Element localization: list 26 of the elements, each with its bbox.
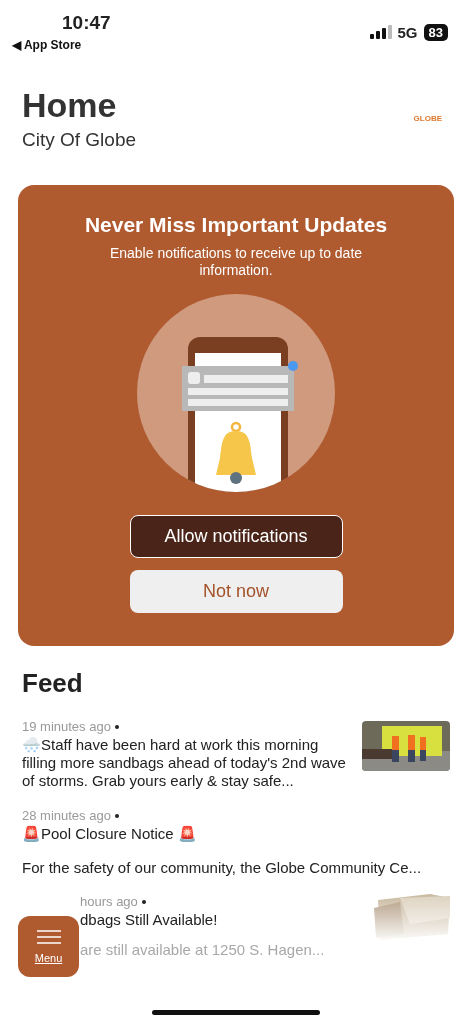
- allow-button[interactable]: Allow notifications: [129, 515, 343, 558]
- feed-title: Feed: [22, 668, 84, 699]
- post-body: For the safety of our community, the Globe Community Ce...: [22, 859, 422, 876]
- battery-level: 83: [423, 23, 448, 41]
- card-text: Enable notifications to receive up to date information.: [108, 245, 364, 279]
- post-time: 19 minutes ago: [22, 719, 111, 734]
- card-title: Never Miss Important Updates: [84, 213, 388, 237]
- post-headline[interactable]: 🌨Staff have been hard at work this morning filling more sandbags ahead of today's 2nd wave of storms. Grab yours early & stay safe...: [22, 736, 354, 790]
- page-subtitle: City Of Globe: [22, 129, 137, 151]
- post-time: hours ago: [80, 894, 138, 909]
- post-body: are still available at 1250 S. Hagen...: [80, 941, 325, 958]
- bullet-dot: [141, 899, 146, 904]
- page-title: Home: [22, 86, 118, 125]
- status-time: 10:47: [62, 12, 111, 34]
- city-logo: GLOBE: [413, 114, 442, 123]
- signal-icon: [369, 25, 392, 39]
- back-link[interactable]: ◀ App Store: [12, 38, 82, 52]
- dismiss-button[interactable]: Not now: [129, 570, 343, 613]
- menu-icon: [36, 929, 61, 944]
- network-label: 5G: [397, 23, 418, 41]
- bullet-dot: [114, 724, 119, 729]
- post-time: 28 minutes ago: [22, 808, 111, 823]
- bullet-dot: [114, 813, 119, 818]
- post-headline[interactable]: dbags Still Available!: [80, 911, 325, 929]
- menu-button[interactable]: Menu: [18, 916, 79, 977]
- post-headline[interactable]: 🚨Pool Closure Notice 🚨: [22, 825, 422, 843]
